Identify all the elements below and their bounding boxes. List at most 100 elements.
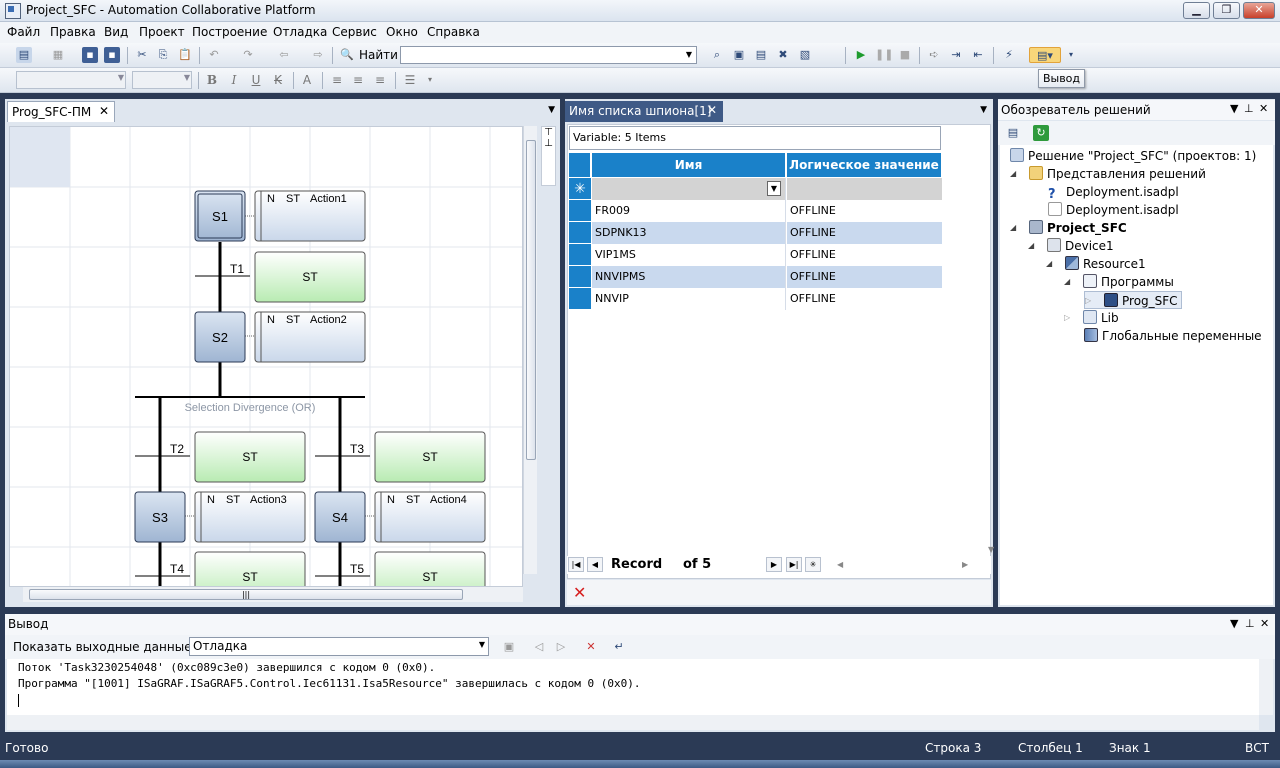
- tree-node-solution-views[interactable]: ◢ Представления решений: [1010, 165, 1206, 183]
- close-icon[interactable]: ✕: [1260, 617, 1269, 630]
- font-color-icon[interactable]: A: [299, 72, 315, 88]
- chevron-down-icon[interactable]: ▼: [1230, 617, 1238, 630]
- toolbox-icon[interactable]: ✖: [775, 47, 791, 63]
- last-record-icon[interactable]: ▶|: [786, 557, 802, 572]
- step-tool-icon[interactable]: ⊤: [542, 127, 555, 138]
- new-row-name-cell[interactable]: ▼: [592, 178, 786, 200]
- add-item-icon[interactable]: ▦: [50, 47, 66, 63]
- expand-icon[interactable]: ▷: [1085, 292, 1091, 310]
- tree-node-global-variables[interactable]: Глобальные переменные: [1084, 327, 1262, 345]
- tab-watch-list[interactable]: Имя списка шпиона[1] ✕: [565, 101, 723, 122]
- pin-icon[interactable]: ⊥: [1244, 102, 1254, 115]
- underline-icon[interactable]: U: [248, 72, 264, 88]
- connect-icon[interactable]: ⚡: [1001, 47, 1017, 63]
- collapse-icon[interactable]: ◢: [1010, 219, 1016, 237]
- tab-prog-sfc[interactable]: Prog_SFC-ПМ ✕: [7, 101, 115, 122]
- minimize-button[interactable]: ▁: [1183, 2, 1210, 19]
- navigate-back-icon[interactable]: ⇦: [276, 47, 292, 63]
- clear-all-icon[interactable]: ✕: [583, 639, 599, 655]
- tree-node-deployment[interactable]: Deployment.isadpl: [1048, 201, 1179, 219]
- pause-icon[interactable]: ❚❚: [875, 47, 893, 63]
- tree-node-programs[interactable]: ◢ Программы: [1064, 273, 1174, 291]
- font-name-combo[interactable]: ▼: [16, 71, 126, 89]
- align-right-icon[interactable]: ≡: [372, 72, 388, 88]
- undo-icon[interactable]: ↶: [206, 47, 222, 63]
- close-icon[interactable]: ✕: [707, 103, 717, 117]
- maximize-button[interactable]: ❐: [1213, 2, 1240, 19]
- menu-file[interactable]: Файл: [7, 25, 40, 39]
- find-in-files-icon[interactable]: ⌕: [709, 47, 725, 63]
- collapse-icon[interactable]: ◢: [1010, 165, 1016, 183]
- collapse-icon[interactable]: ◢: [1046, 255, 1052, 273]
- horizontal-scrollbar[interactable]: [7, 715, 1259, 730]
- previous-record-icon[interactable]: ◀: [587, 557, 603, 572]
- first-record-icon[interactable]: |◀: [568, 557, 584, 572]
- close-button[interactable]: ✕: [1243, 2, 1275, 19]
- menu-build[interactable]: Построение: [192, 25, 267, 39]
- tree-node-prog-sfc[interactable]: ▷ Prog_SFC: [1084, 291, 1182, 309]
- menu-edit[interactable]: Правка: [50, 25, 96, 39]
- tree-node-resource[interactable]: ◢ Resource1: [1046, 255, 1146, 273]
- new-project-icon[interactable]: ▤: [16, 47, 32, 63]
- next-record-icon[interactable]: ▶: [766, 557, 782, 572]
- navigate-forward-icon[interactable]: ⇨: [310, 47, 326, 63]
- column-header-value[interactable]: Логическое значение: [787, 153, 942, 177]
- chevron-down-icon[interactable]: ▼: [683, 48, 695, 62]
- new-record-icon[interactable]: ✳: [805, 557, 821, 572]
- menu-window[interactable]: Окно: [386, 25, 418, 39]
- row-selector[interactable]: [569, 222, 591, 244]
- bold-icon[interactable]: B: [204, 72, 220, 88]
- scroll-thumb[interactable]: |||: [29, 589, 463, 600]
- output-source-select[interactable]: Отладка ▼: [189, 637, 489, 656]
- next-message-icon[interactable]: ▷: [553, 639, 569, 655]
- horizontal-scrollbar[interactable]: |||: [23, 587, 523, 602]
- row-selector[interactable]: [569, 288, 591, 310]
- save-all-icon[interactable]: ▪: [104, 47, 120, 63]
- tree-node-solution[interactable]: Решение "Project_SFC" (проектов: 1): [1010, 147, 1256, 165]
- toolbar-overflow-icon[interactable]: ▾: [422, 72, 438, 88]
- cut-icon[interactable]: ✂: [134, 47, 150, 63]
- close-icon[interactable]: ✕: [99, 104, 109, 118]
- font-size-combo[interactable]: ▼: [132, 71, 192, 89]
- redo-icon[interactable]: ↷: [240, 47, 256, 63]
- object-browser-icon[interactable]: ▧: [797, 47, 813, 63]
- sfc-palette[interactable]: ⊤ ⊥: [541, 126, 556, 186]
- solution-explorer-icon[interactable]: ▣: [731, 47, 747, 63]
- chevron-down-icon[interactable]: ▼: [479, 640, 485, 649]
- run-icon[interactable]: ▶: [853, 47, 869, 63]
- strikethrough-icon[interactable]: K: [270, 72, 286, 88]
- close-icon[interactable]: ✕: [1259, 102, 1268, 115]
- menu-debug[interactable]: Отладка: [273, 25, 327, 39]
- align-center-icon[interactable]: ≡: [350, 72, 366, 88]
- bullets-icon[interactable]: ☰: [402, 72, 418, 88]
- word-wrap-icon[interactable]: ↵: [611, 639, 627, 655]
- expand-icon[interactable]: ▷: [1064, 309, 1070, 327]
- step-icon[interactable]: ➪: [926, 47, 942, 63]
- copy-icon[interactable]: ⎘: [155, 47, 171, 63]
- tree-node-lib[interactable]: ▷ Lib: [1064, 309, 1119, 327]
- output-text[interactable]: Поток 'Task3230254048' (0xc089c3e0) заве…: [7, 659, 1259, 715]
- scroll-thumb[interactable]: [526, 140, 536, 460]
- save-icon[interactable]: ▪: [82, 47, 98, 63]
- delete-icon[interactable]: ✕: [573, 583, 586, 602]
- previous-message-icon[interactable]: ◁: [531, 639, 547, 655]
- find-icon[interactable]: 🔍: [339, 47, 355, 63]
- find-input[interactable]: ▼: [400, 46, 697, 64]
- scroll-right-icon[interactable]: ▶: [962, 560, 968, 569]
- properties-icon[interactable]: ▤: [753, 47, 769, 63]
- tree-node-device[interactable]: ◢ Device1: [1028, 237, 1114, 255]
- vertical-scrollbar[interactable]: [523, 126, 537, 574]
- column-header-name[interactable]: Имя: [592, 153, 786, 177]
- menu-project[interactable]: Проект: [139, 25, 185, 39]
- sfc-canvas[interactable]: S1 S2 S3 S4 T1 T2 T3 T4 T5 N ST Action1 …: [9, 126, 523, 587]
- scroll-left-icon[interactable]: ◀: [837, 560, 843, 569]
- refresh-icon[interactable]: ↻: [1033, 125, 1049, 141]
- chevron-down-icon[interactable]: ▼: [1230, 102, 1238, 115]
- chevron-down-icon[interactable]: ▼: [767, 181, 781, 196]
- italic-icon[interactable]: I: [226, 72, 242, 88]
- paste-icon[interactable]: 📋: [177, 47, 193, 63]
- vertical-scrollbar[interactable]: [1259, 659, 1273, 715]
- show-all-files-icon[interactable]: ▤: [1005, 125, 1021, 141]
- toolbar-overflow-icon[interactable]: ▾: [1063, 47, 1079, 63]
- row-selector[interactable]: [569, 266, 591, 288]
